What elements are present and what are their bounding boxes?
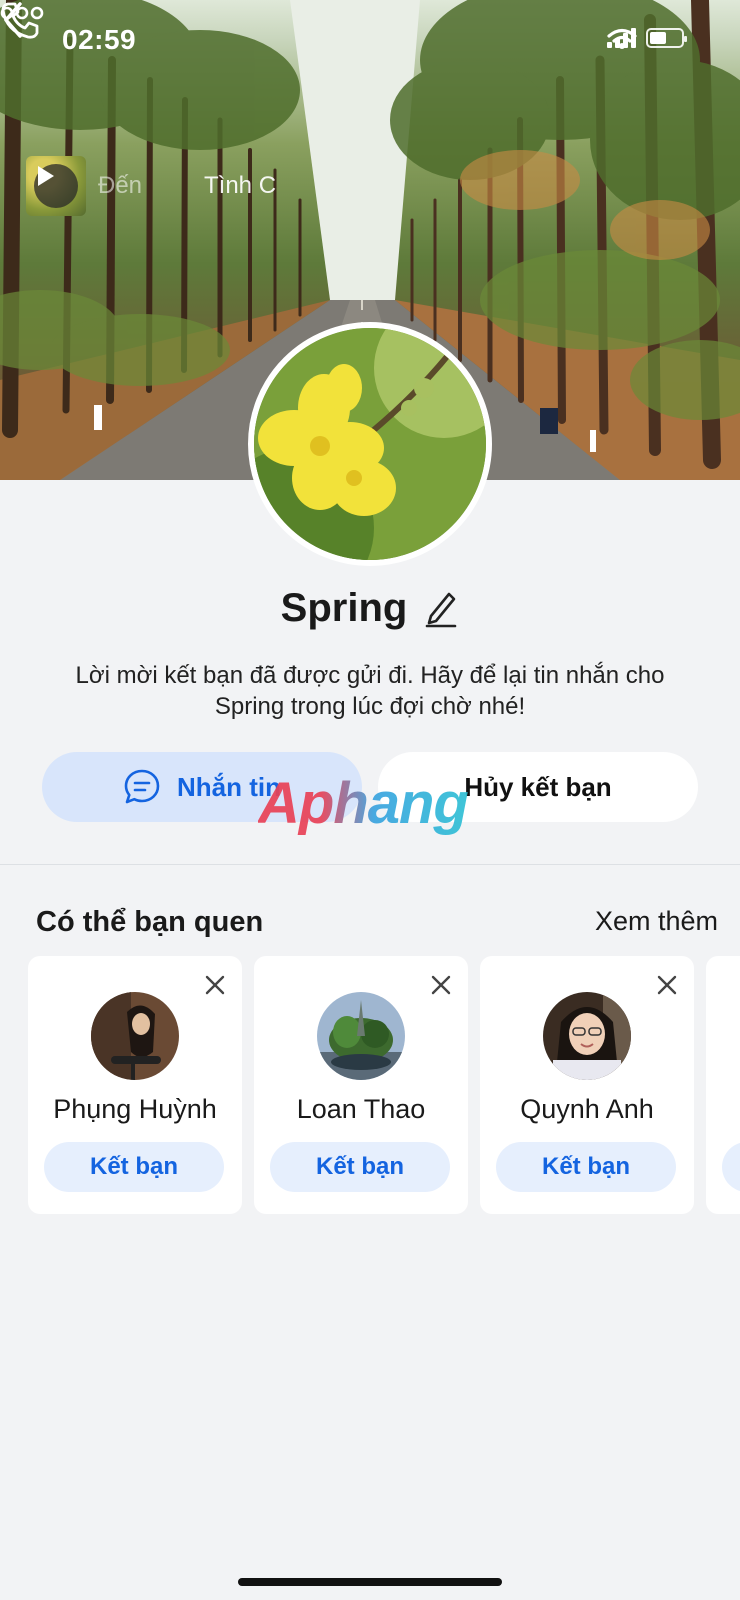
suggestion-name: Quynh Anh xyxy=(520,1094,654,1124)
cancel-friend-request-button[interactable]: Hủy kết bạn xyxy=(378,752,698,822)
suggestion-name: Loan Thao xyxy=(296,1094,426,1124)
add-friend-button[interactable]: Kết bạn xyxy=(44,1142,224,1192)
music-title: Đến xyxy=(98,172,143,199)
profile-name: Spring xyxy=(280,585,408,630)
profile-name-row: Spring xyxy=(0,580,740,636)
status-icons xyxy=(607,28,687,49)
edit-pencil-icon[interactable] xyxy=(423,588,459,628)
status-time: 02:59 xyxy=(62,24,137,55)
profile-avatar[interactable] xyxy=(248,322,492,566)
battery-icon xyxy=(646,28,687,48)
profile-music[interactable]: Đến Tình C xyxy=(26,156,284,216)
suggestion-card-partial[interactable] xyxy=(706,956,740,1214)
send-message-label: Nhắn tin xyxy=(177,771,281,802)
suggestion-card[interactable]: Phụng Huỳnh Kết bạn xyxy=(28,956,242,1214)
suggestion-card[interactable]: Quynh Anh Kết bạn xyxy=(480,956,694,1214)
suggestions-carousel[interactable]: Phụng Huỳnh Kết bạn Loan Thao Kết bạn Qu… xyxy=(28,956,740,1214)
avatar[interactable] xyxy=(317,992,405,1080)
add-friend-button[interactable] xyxy=(722,1142,740,1192)
music-artist: Tình C xyxy=(204,172,277,199)
cancel-friend-request-label: Hủy kết bạn xyxy=(464,771,612,802)
suggestion-name: Phụng Huỳnh xyxy=(53,1094,217,1124)
home-indicator[interactable] xyxy=(238,1578,502,1586)
add-friend-button[interactable]: Kết bạn xyxy=(496,1142,676,1192)
suggestions-title: Có thể bạn quen xyxy=(36,906,264,938)
chat-bubble-icon xyxy=(124,769,160,804)
play-icon[interactable] xyxy=(34,164,78,208)
close-icon[interactable] xyxy=(656,974,678,996)
add-friend-button[interactable]: Kết bạn xyxy=(270,1142,450,1192)
music-thumbnail xyxy=(26,156,86,216)
wifi-icon xyxy=(607,28,637,49)
see-more-link[interactable]: Xem thêm xyxy=(595,906,718,937)
close-icon[interactable] xyxy=(430,974,452,996)
more-options-icon[interactable] xyxy=(0,0,44,26)
close-icon[interactable] xyxy=(204,974,226,996)
avatar-image xyxy=(254,328,486,560)
suggestion-card[interactable]: Loan Thao Kết bạn xyxy=(254,956,468,1214)
avatar[interactable] xyxy=(91,992,179,1080)
send-message-button[interactable]: Nhắn tin xyxy=(42,752,362,822)
section-divider xyxy=(0,864,740,865)
avatar[interactable] xyxy=(543,992,631,1080)
friend-request-message: Lời mời kết bạn đã được gửi đi. Hãy để l… xyxy=(75,662,665,720)
status-bar: 02:59 xyxy=(0,0,740,80)
